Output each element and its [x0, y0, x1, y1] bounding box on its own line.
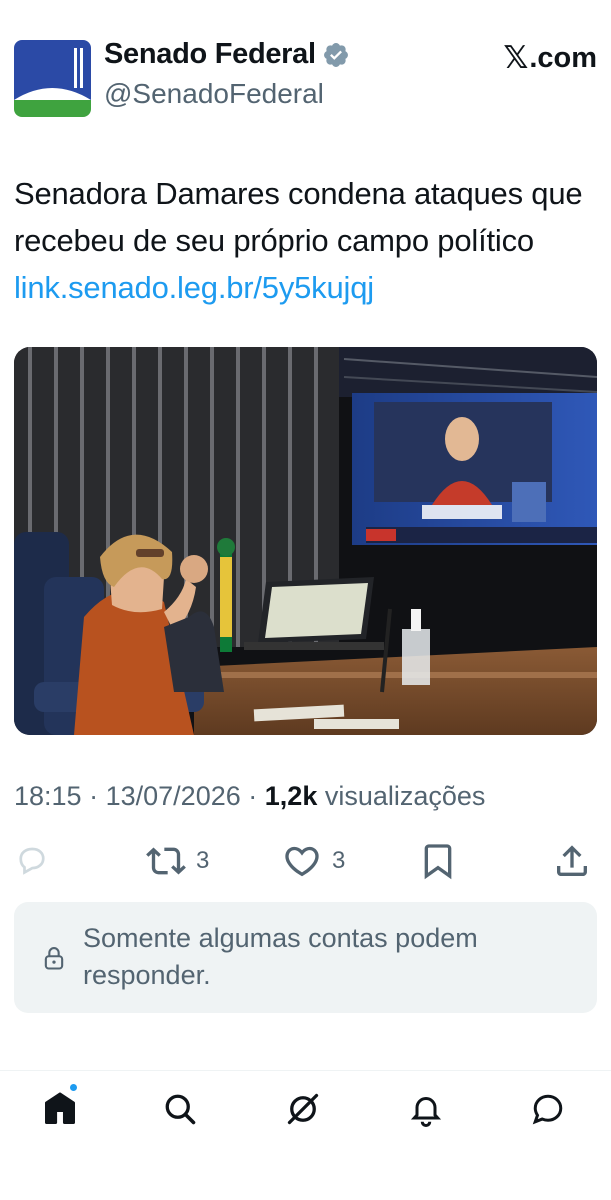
reply-restriction-notice: Somente algumas contas podem responder.	[14, 902, 597, 1013]
heart-icon	[285, 846, 319, 877]
views-label: visualizações	[324, 781, 486, 811]
messages-icon	[532, 1094, 563, 1125]
search-icon	[165, 1094, 196, 1125]
display-name-row: Senado Federal	[104, 38, 350, 71]
senado-logo-icon	[14, 40, 91, 117]
grok-icon	[287, 1093, 319, 1125]
x-com-text: .com	[529, 41, 597, 74]
bookmark-button[interactable]	[418, 838, 458, 884]
display-name[interactable]: Senado Federal	[104, 38, 316, 71]
nav-notifications[interactable]	[408, 1091, 448, 1131]
nav-home[interactable]	[42, 1091, 82, 1131]
retweet-icon	[146, 847, 186, 875]
reply-notice-text: Somente algumas contas podem responder.	[83, 923, 478, 990]
notifications-icon	[410, 1097, 442, 1127]
tweet-media[interactable]	[14, 347, 597, 735]
bookmark-icon	[424, 844, 452, 880]
senate-plenary-photo	[14, 347, 597, 735]
like-button[interactable]: 3	[282, 838, 345, 884]
nav-grok[interactable]	[285, 1091, 325, 1131]
avatar[interactable]	[14, 40, 91, 117]
retweet-count: 3	[196, 847, 210, 874]
share-button[interactable]	[552, 838, 592, 884]
tweet-date[interactable]: 13/07/2026	[106, 781, 241, 811]
handle[interactable]: @SenadoFederal	[104, 78, 324, 110]
x-com-logo[interactable]: 𝕏 .com	[503, 40, 597, 76]
tweet-body: Senadora Damares condena ataques que rec…	[14, 176, 583, 258]
bottom-nav	[0, 1070, 611, 1200]
x-logo-icon: 𝕏	[503, 40, 529, 75]
tweet-header: Senado Federal @SenadoFederal 𝕏 .com	[14, 38, 597, 118]
tweet-actions: 3 3	[14, 838, 597, 884]
views-count: 1,2k	[264, 781, 318, 811]
share-icon	[557, 845, 587, 876]
verified-badge-icon	[323, 42, 348, 67]
meta-separator: ·	[89, 781, 99, 811]
nav-messages[interactable]	[530, 1091, 570, 1131]
home-unread-dot	[69, 1083, 78, 1092]
tweet-meta: 18:15 · 13/07/2026 · 1,2k visualizações	[14, 781, 485, 812]
tweet-text: Senadora Damares condena ataques que rec…	[14, 170, 599, 311]
nav-search[interactable]	[162, 1091, 202, 1131]
reply-button[interactable]	[14, 838, 50, 884]
home-icon	[45, 1092, 75, 1124]
reply-icon	[19, 847, 45, 875]
tweet-time[interactable]: 18:15	[14, 781, 82, 811]
retweet-button[interactable]: 3	[146, 838, 209, 884]
like-count: 3	[332, 847, 346, 874]
lock-icon	[44, 947, 64, 970]
tweet-link[interactable]: link.senado.leg.br/5y5kujqj	[14, 270, 374, 305]
meta-separator: ·	[248, 781, 258, 811]
